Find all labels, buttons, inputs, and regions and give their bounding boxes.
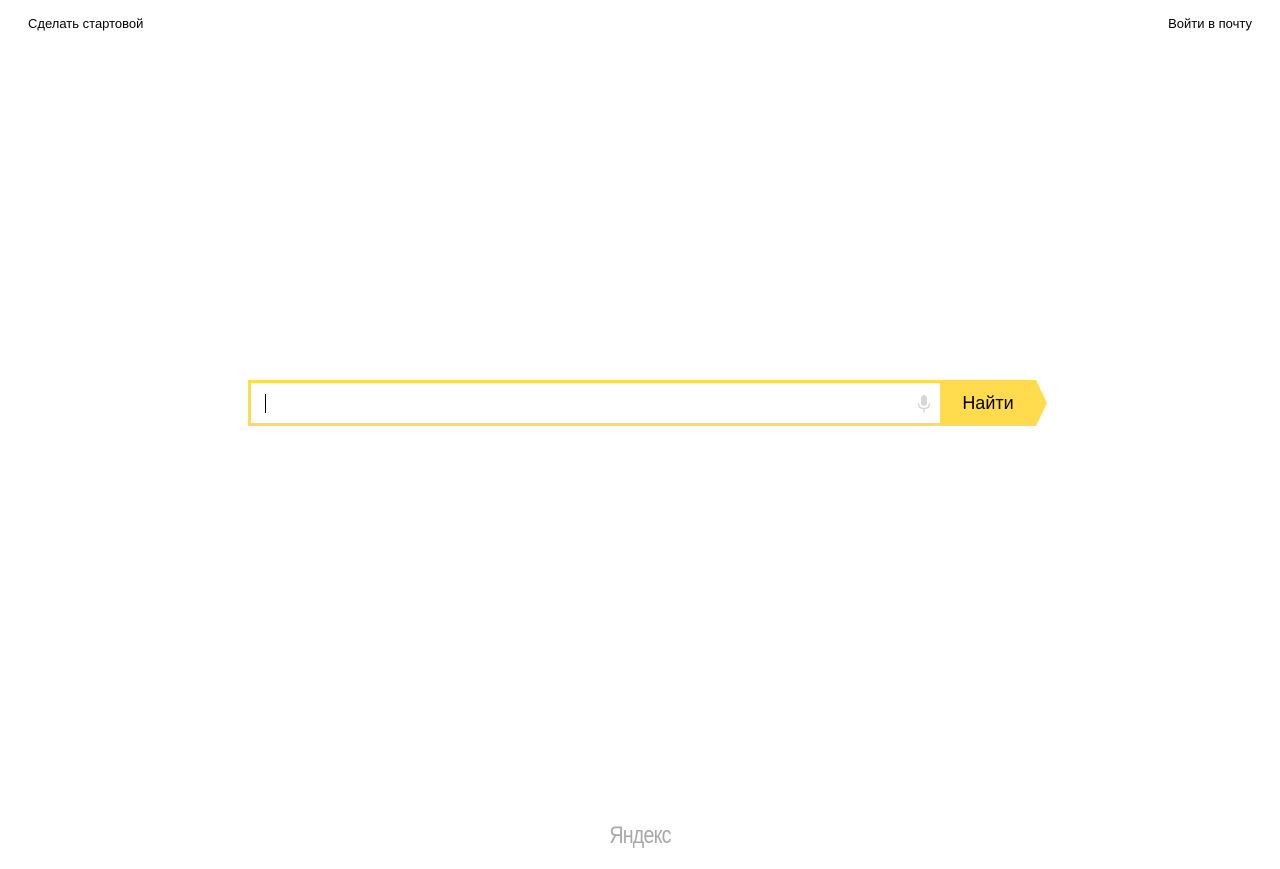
search-box[interactable] [248, 380, 942, 426]
search-input[interactable] [263, 383, 903, 423]
search-form: Найти [248, 380, 1048, 426]
find-button[interactable]: Найти [940, 380, 1048, 426]
mail-login-link[interactable]: Войти в почту [1168, 16, 1252, 31]
find-button-label: Найти [962, 393, 1014, 413]
make-homepage-link[interactable]: Сделать стартовой [28, 16, 143, 31]
microphone-icon[interactable] [916, 394, 932, 414]
text-caret [265, 394, 266, 413]
page: Сделать стартовой Войти в почту Найти Ян… [0, 0, 1280, 869]
yandex-logo: Яндекс [609, 822, 671, 849]
